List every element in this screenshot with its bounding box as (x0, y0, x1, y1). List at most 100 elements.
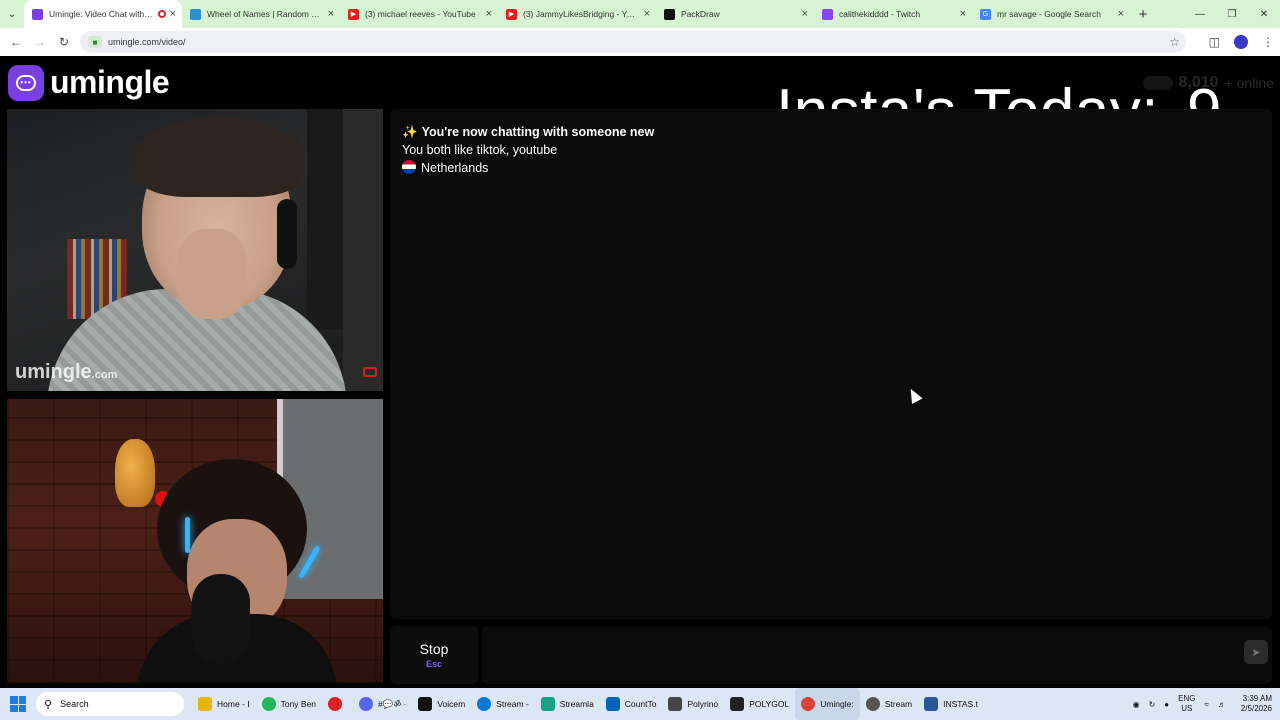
tab-strip: ⌄ Umingle: Video Chat with St × Wheel of… (0, 0, 1280, 28)
search-icon: ⚲ (44, 698, 53, 711)
tab-title: (3) JammyLikesBridging - YouT (523, 9, 640, 19)
extensions-puzzle-icon[interactable]: ◫ (1209, 35, 1220, 49)
stranger-video: umingle.com (7, 109, 383, 391)
taskbar-item[interactable]: INSTAS.t (918, 688, 984, 720)
online-suffix: + online (1224, 75, 1274, 91)
tab-title: Wheel of Names | Random nam (207, 9, 324, 19)
taskbar-item[interactable]: Polyrino (662, 688, 724, 720)
close-tab-icon[interactable]: × (486, 8, 492, 20)
google-favicon-icon: G (980, 8, 991, 20)
wheel-favicon-icon (190, 8, 201, 20)
twitch-favicon-icon (822, 8, 833, 20)
minimize-icon[interactable]: — (1184, 0, 1216, 28)
report-flag-icon[interactable] (363, 367, 377, 377)
taskbar-item[interactable]: Tony Ben (256, 688, 322, 720)
close-window-icon[interactable]: ✕ (1248, 0, 1280, 28)
url-field[interactable]: ■ umingle.com/video/ ☆ (80, 31, 1186, 53)
message-input[interactable] (482, 626, 1272, 684)
stop-shortcut: Esc (425, 659, 442, 669)
toolbar-icons: ◫ ⋮ (1209, 28, 1274, 56)
close-tab-icon[interactable]: × (328, 8, 334, 20)
clock[interactable]: 3:39 AM 2/5/2026 (1241, 694, 1272, 714)
camera-in-use-icon[interactable]: ■ (88, 36, 102, 48)
close-tab-icon[interactable]: × (960, 8, 966, 20)
close-tab-icon[interactable]: × (644, 8, 650, 20)
close-tab-icon[interactable]: × (1118, 8, 1124, 20)
voicemeeter-icon (418, 697, 433, 711)
tab-youtube-jammy[interactable]: ▶ (3) JammyLikesBridging - YouT × (498, 0, 656, 28)
app-window-icon (730, 697, 745, 711)
microphone (192, 574, 250, 664)
taskbar-item[interactable]: Voicem (412, 688, 471, 720)
address-bar: ← → ↻ ■ umingle.com/video/ ☆ ◫ ⋮ (0, 28, 1280, 56)
obs-icon (865, 697, 880, 711)
youtube-favicon-icon: ▶ (348, 8, 359, 20)
taskbar-search[interactable]: ⚲ Search (36, 692, 184, 716)
discord-tray-icon[interactable]: ◉ (1133, 700, 1140, 709)
tab-title: PackDraw (681, 9, 720, 19)
tab-twitch[interactable]: calithekidddd - Twitch × (814, 0, 972, 28)
taskbar-item[interactable]: Umingle: (795, 688, 860, 720)
tab-wheel-of-names[interactable]: Wheel of Names | Random nam × (182, 0, 340, 28)
tab-umingle[interactable]: Umingle: Video Chat with St × (24, 0, 182, 28)
forward-arrow-icon[interactable]: → (28, 28, 52, 56)
umingle-page: ••• umingle 8,010 + online Insta's Today… (0, 56, 1280, 688)
system-tray: ◉ ↻ ● ENG US ≈ ♬ 3:39 AM 2/5/2026 (1133, 688, 1280, 720)
mic-tray-icon[interactable]: ● (1164, 700, 1169, 709)
tab-packdraw[interactable]: PackDraw × (656, 0, 814, 28)
tab-title: mr savage - Google Search (997, 9, 1101, 19)
taskbar-item[interactable]: Stream - (471, 688, 535, 720)
taskbar-item[interactable]: Streamla (535, 688, 600, 720)
tab-google-search[interactable]: G mr savage - Google Search × (972, 0, 1130, 28)
tab-title: Umingle: Video Chat with St (49, 9, 154, 19)
vase (115, 439, 155, 507)
new-tab-button[interactable]: + (1130, 6, 1156, 23)
menu-kebab-icon[interactable]: ⋮ (1262, 35, 1274, 49)
chat-country: Netherlands (402, 159, 1260, 177)
chrome-icon (801, 697, 816, 711)
taskbar: ⚲ Search Home - I Tony Ben #💬ॐ · Voicem … (0, 688, 1280, 720)
umingle-favicon-icon (32, 8, 43, 20)
stop-label: Stop (419, 641, 449, 657)
stop-button[interactable]: Stop Esc (390, 626, 478, 684)
taskbar-item[interactable] (322, 688, 353, 720)
url-text: umingle.com/video/ (108, 37, 186, 47)
tab-title: calithekidddd - Twitch (839, 9, 921, 19)
tab-title: (3) michael reeves - YouTube (365, 9, 476, 19)
taskbar-item[interactable]: POLYGOL (724, 688, 795, 720)
netherlands-flag-icon (402, 160, 416, 174)
close-tab-icon[interactable]: × (170, 8, 176, 20)
logo-text: umingle (50, 64, 170, 100)
taskbar-item[interactable]: Stream (860, 688, 918, 720)
bookmark-star-icon[interactable]: ☆ (1169, 35, 1180, 49)
chat-bubble-logo-icon: ••• (8, 64, 44, 101)
tab-youtube-michael[interactable]: ▶ (3) michael reeves - YouTube × (340, 0, 498, 28)
notepad-icon (924, 697, 939, 711)
discord-icon (359, 697, 374, 711)
profile-avatar[interactable] (1234, 35, 1248, 49)
close-tab-icon[interactable]: × (802, 8, 808, 20)
language-indicator[interactable]: ENG US (1178, 694, 1195, 714)
tab-search-chevron-icon[interactable]: ⌄ (0, 0, 24, 28)
windows-start-icon[interactable] (10, 696, 26, 712)
wifi-icon[interactable]: ≈ (1204, 700, 1208, 709)
reload-icon[interactable]: ↻ (52, 28, 76, 56)
spotify-icon (261, 697, 276, 711)
restore-icon[interactable]: ❐ (1216, 0, 1248, 28)
send-icon[interactable]: ➤ (1244, 640, 1268, 664)
streamlabs-icon (540, 697, 555, 711)
back-arrow-icon[interactable]: ← (4, 28, 28, 56)
window-controls: — ❐ ✕ (1184, 0, 1280, 28)
opera-icon (328, 697, 343, 711)
video-watermark: umingle.com (15, 361, 118, 383)
packdraw-favicon-icon (664, 8, 675, 20)
umingle-logo[interactable]: ••• umingle (8, 64, 170, 101)
sync-tray-icon[interactable]: ↻ (1149, 700, 1156, 709)
taskbar-item[interactable]: #💬ॐ · (353, 688, 412, 720)
folder-icon (198, 697, 212, 711)
taskbar-item[interactable]: CountTo (600, 688, 663, 720)
chat-common-interests: You both like tiktok, youtube (402, 143, 558, 157)
volume-icon[interactable]: ♬ (1218, 700, 1226, 709)
taskbar-item[interactable]: Home - I (192, 688, 256, 720)
chat-panel: ✨ You're now chatting with someone new Yo… (390, 109, 1272, 619)
